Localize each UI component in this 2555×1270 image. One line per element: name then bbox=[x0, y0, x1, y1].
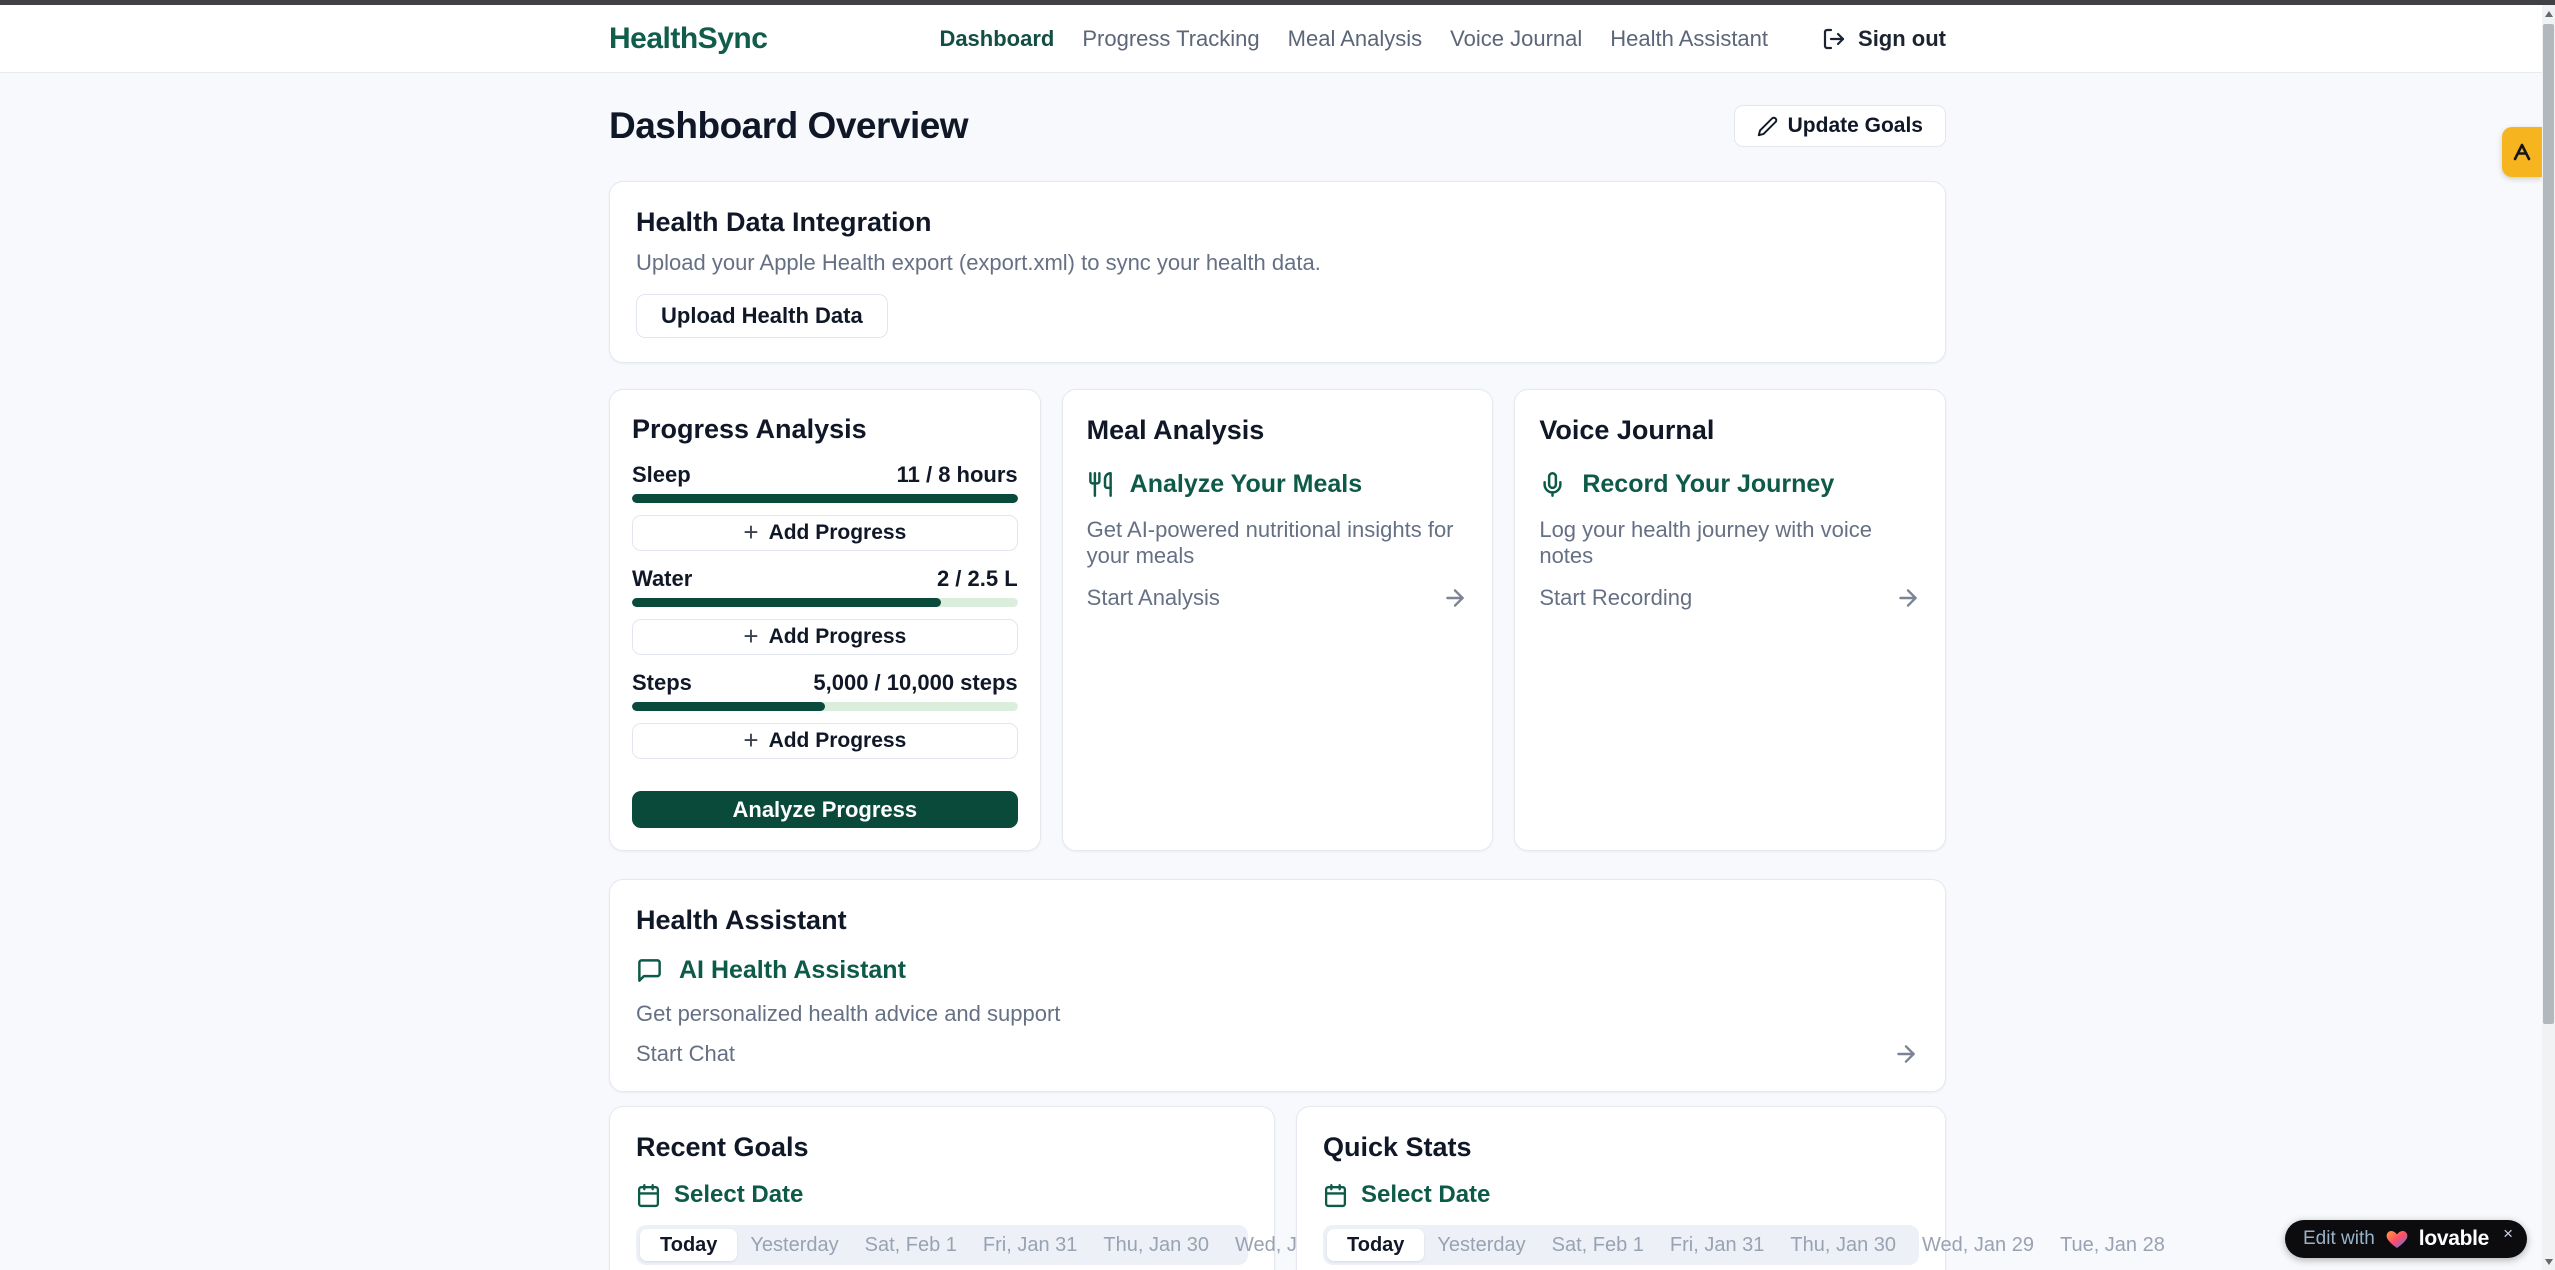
date-tab[interactable]: Wed, Jan 29 bbox=[1909, 1229, 2047, 1261]
meal-analysis-card: Meal Analysis Analyze Your Meals Get AI-… bbox=[1062, 389, 1494, 851]
start-chat-link[interactable]: Start Chat bbox=[636, 1041, 1919, 1067]
card-description: Get AI-powered nutritional insights for … bbox=[1087, 517, 1469, 569]
start-analysis-link[interactable]: Start Analysis bbox=[1087, 585, 1469, 611]
nav-item[interactable]: Dashboard bbox=[939, 26, 1054, 52]
date-tab[interactable]: Thu, Jan 30 bbox=[1777, 1229, 1909, 1261]
scrollbar-thumb[interactable] bbox=[2543, 24, 2554, 1024]
record-your-journey-link[interactable]: Record Your Journey bbox=[1539, 470, 1921, 499]
add-progress-button[interactable]: + Add Progress bbox=[632, 619, 1018, 655]
add-progress-button[interactable]: + Add Progress bbox=[632, 723, 1018, 759]
metric-label: Sleep bbox=[632, 462, 691, 488]
card-title: Quick Stats bbox=[1323, 1131, 1919, 1163]
card-title: Meal Analysis bbox=[1087, 414, 1469, 446]
pencil-icon bbox=[1757, 116, 1778, 137]
nav-item[interactable]: Health Assistant bbox=[1610, 26, 1768, 52]
date-tabs: TodayYesterdaySat, Feb 1Fri, Jan 31Thu, … bbox=[1323, 1225, 1919, 1265]
edit-with-lovable-badge[interactable]: Edit with lovable × bbox=[2285, 1220, 2527, 1258]
chat-bubble-icon bbox=[636, 957, 663, 984]
date-tab[interactable]: Fri, Jan 31 bbox=[970, 1229, 1090, 1261]
nav-item[interactable]: Progress Tracking bbox=[1082, 26, 1259, 52]
progress-bar-track bbox=[632, 702, 1018, 711]
plus-icon: + bbox=[743, 727, 758, 753]
date-tab[interactable]: Today bbox=[1327, 1229, 1424, 1261]
health-assistant-card: Health Assistant AI Health Assistant Get… bbox=[609, 879, 1946, 1092]
date-tab[interactable]: Today bbox=[640, 1229, 737, 1261]
nav-item[interactable]: Voice Journal bbox=[1450, 26, 1582, 52]
progress-bar-fill bbox=[632, 494, 1018, 503]
card-title: Health Data Integration bbox=[636, 206, 1919, 238]
card-description: Get personalized health advice and suppo… bbox=[636, 1001, 1919, 1027]
update-goals-button[interactable]: Update Goals bbox=[1734, 105, 1946, 147]
date-tabs: TodayYesterdaySat, Feb 1Fri, Jan 31Thu, … bbox=[636, 1225, 1248, 1265]
utensils-icon bbox=[1087, 471, 1114, 498]
select-date-button[interactable]: Select Date bbox=[636, 1181, 1248, 1209]
plus-icon: + bbox=[743, 519, 758, 545]
close-icon[interactable]: × bbox=[2503, 1224, 2513, 1244]
date-tab[interactable]: Yesterday bbox=[1424, 1229, 1538, 1261]
metric-label: Water bbox=[632, 566, 692, 592]
card-title: Progress Analysis bbox=[632, 412, 1018, 446]
arrow-right-icon bbox=[1895, 585, 1921, 611]
metric-value: 11 / 8 hours bbox=[897, 462, 1018, 488]
metric-value: 2 / 2.5 L bbox=[937, 566, 1018, 592]
progress-bar-track bbox=[632, 598, 1018, 607]
arrow-right-icon bbox=[1893, 1041, 1919, 1067]
progress-bar-fill bbox=[632, 598, 941, 607]
ai-health-assistant-link[interactable]: AI Health Assistant bbox=[636, 956, 1919, 985]
metric-label: Steps bbox=[632, 670, 692, 696]
floating-widget-button[interactable] bbox=[2502, 127, 2542, 177]
progress-analysis-card: Progress Analysis Sleep 11 / 8 hours + A… bbox=[609, 389, 1041, 851]
top-navbar: HealthSync Dashboard Progress Tracking Mea… bbox=[0, 5, 2555, 73]
card-description: Log your health journey with voice notes bbox=[1539, 517, 1921, 569]
upload-health-data-button[interactable]: Upload Health Data bbox=[636, 294, 888, 338]
add-progress-button[interactable]: + Add Progress bbox=[632, 515, 1018, 551]
card-title: Health Assistant bbox=[636, 904, 1919, 936]
analyze-your-meals-link[interactable]: Analyze Your Meals bbox=[1087, 470, 1469, 499]
progress-bar-track bbox=[632, 494, 1018, 503]
analyze-progress-button[interactable]: Analyze Progress bbox=[632, 791, 1018, 828]
metric-value: 5,000 / 10,000 steps bbox=[813, 670, 1017, 696]
recent-goals-card: Recent Goals Select Date TodayYesterdayS… bbox=[609, 1106, 1275, 1270]
card-description: Upload your Apple Health export (export.… bbox=[636, 250, 1919, 276]
card-title: Recent Goals bbox=[636, 1131, 1248, 1163]
vertical-scrollbar[interactable] bbox=[2542, 5, 2555, 1270]
microphone-icon bbox=[1539, 471, 1566, 498]
sign-out-button[interactable]: Sign out bbox=[1822, 26, 1946, 52]
app-logo[interactable]: HealthSync bbox=[609, 22, 767, 56]
quick-stats-card: Quick Stats Select Date TodayYesterdaySa… bbox=[1296, 1106, 1946, 1270]
voice-journal-card: Voice Journal Record Your Journey Log yo… bbox=[1514, 389, 1946, 851]
date-tab[interactable]: Tue, Jan 28 bbox=[2047, 1229, 2178, 1261]
date-tab[interactable]: Thu, Jan 30 bbox=[1090, 1229, 1222, 1261]
date-tab[interactable]: Fri, Jan 31 bbox=[1657, 1229, 1777, 1261]
scroll-down-arrow[interactable] bbox=[2542, 1253, 2555, 1270]
date-tab[interactable]: Sat, Feb 1 bbox=[852, 1229, 970, 1261]
calendar-icon bbox=[1323, 1183, 1348, 1208]
nav-item[interactable]: Meal Analysis bbox=[1288, 26, 1423, 52]
health-data-integration-card: Health Data Integration Upload your Appl… bbox=[609, 181, 1946, 363]
logout-icon bbox=[1822, 27, 1846, 51]
start-recording-link[interactable]: Start Recording bbox=[1539, 585, 1921, 611]
progress-metric: Sleep 11 / 8 hours + Add Progress bbox=[632, 462, 1018, 551]
fab-logo-icon bbox=[2510, 140, 2534, 164]
progress-bar-fill bbox=[632, 702, 825, 711]
progress-metric: Water 2 / 2.5 L + Add Progress bbox=[632, 566, 1018, 655]
date-tab[interactable]: Sat, Feb 1 bbox=[1539, 1229, 1657, 1261]
card-title: Voice Journal bbox=[1539, 414, 1921, 446]
date-tab[interactable]: Yesterday bbox=[737, 1229, 851, 1261]
progress-metric: Steps 5,000 / 10,000 steps + Add Progres… bbox=[632, 670, 1018, 759]
select-date-button[interactable]: Select Date bbox=[1323, 1181, 1919, 1209]
calendar-icon bbox=[636, 1183, 661, 1208]
plus-icon: + bbox=[743, 623, 758, 649]
arrow-right-icon bbox=[1442, 585, 1468, 611]
main-nav: Dashboard Progress Tracking Meal Analysis V… bbox=[939, 26, 1946, 52]
scroll-up-arrow[interactable] bbox=[2542, 5, 2555, 22]
page-title: Dashboard Overview bbox=[609, 105, 968, 147]
lovable-heart-icon bbox=[2385, 1227, 2409, 1251]
